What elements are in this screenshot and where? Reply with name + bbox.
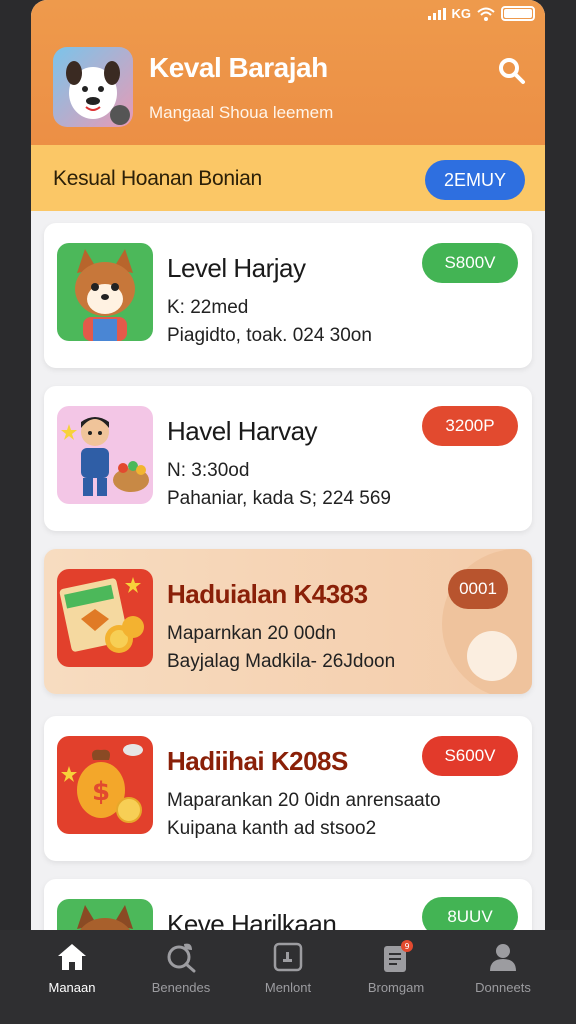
app-avatar[interactable]: [53, 47, 133, 127]
list-item[interactable]: $ Hadiihai K208S Maparankan 20 0idn anre…: [44, 716, 532, 861]
fox-thumbnail: [57, 243, 153, 341]
card-detail: Bayjalag Madkila- 26Jdoon: [167, 651, 396, 672]
tab-benefits[interactable]: Benendes: [131, 940, 231, 995]
app-subtitle: Mangaal Shoua leemem: [149, 103, 334, 122]
search-leaf-icon: [167, 943, 196, 973]
notification-badge: 9: [404, 942, 409, 951]
card-price-badge[interactable]: 0001: [448, 569, 508, 609]
tab-label: Manaan: [48, 980, 96, 995]
promo-banner: Kesual Hoanan Bonian 2EMUY: [31, 145, 545, 211]
card-detail: Maparankan 20 0idn anrensaato: [167, 790, 441, 811]
card-detail: Maparnkan 20 00dn: [167, 623, 337, 644]
card-price-badge[interactable]: S800V: [422, 243, 518, 283]
signal-icon: [427, 7, 446, 20]
card-detail: Kuipana kanth ad stsoo2: [167, 818, 377, 839]
list-item-highlighted[interactable]: Haduialan K4383 Maparnkan 20 00dn Bayjal…: [44, 549, 532, 694]
clipboard-icon: 9: [384, 940, 413, 972]
app-header: KG Keval Barajah Mangaal Shoua leemem: [31, 0, 545, 145]
search-icon[interactable]: [497, 56, 527, 86]
calendar-icon: [273, 942, 303, 972]
home-icon: [58, 944, 86, 970]
tab-profile[interactable]: Donneets: [453, 940, 553, 995]
card-detail: Piagidto, toak. 024 30on: [167, 325, 372, 346]
tab-label: Benendes: [151, 980, 211, 995]
tab-calendar[interactable]: Menlont: [238, 940, 338, 995]
tab-label: Bromgam: [367, 980, 425, 995]
moneybag-thumbnail: $: [57, 736, 153, 834]
card-price-badge[interactable]: 3200P: [422, 406, 518, 446]
wifi-icon: [477, 7, 495, 21]
svg-text:$: $: [92, 777, 110, 807]
card-detail: Pahaniar, kada S; 224 569: [167, 488, 391, 509]
bottom-tab-bar: Manaan Benendes Menlont 9 Bromgam Donnee…: [0, 930, 576, 1024]
banner-button[interactable]: 2EMUY: [425, 160, 525, 200]
card-title: Havel Harvay: [167, 416, 318, 446]
card-detail: K: 22med: [167, 297, 249, 318]
list-item[interactable]: Level Harjay K: 22med Piagidto, toak. 02…: [44, 223, 532, 368]
tab-label: Menlont: [264, 980, 312, 995]
profile-icon: [490, 944, 516, 971]
phone-screen: KG Keval Barajah Mangaal Shoua leemem Ke…: [31, 0, 545, 1024]
tab-program[interactable]: 9 Bromgam: [346, 940, 446, 995]
banner-text: Kesual Hoanan Bonian: [53, 167, 262, 190]
boy-thumbnail: [57, 406, 153, 504]
coupon-thumbnail: [57, 569, 153, 667]
card-detail: N: 3:30od: [167, 460, 250, 481]
card-title: Hadiihai K208S: [167, 746, 348, 776]
card-price-badge[interactable]: S600V: [422, 736, 518, 776]
app-title: Keval Barajah: [149, 52, 328, 83]
action-circle-button[interactable]: [467, 631, 517, 681]
tab-label: Donneets: [475, 980, 531, 995]
card-title: Haduialan K4383: [167, 579, 368, 609]
card-title: Level Harjay: [167, 253, 306, 283]
list-item[interactable]: Havel Harvay N: 3:30od Pahaniar, kada S;…: [44, 386, 532, 531]
status-bar: KG: [427, 6, 535, 21]
tab-home[interactable]: Manaan: [22, 940, 122, 995]
carrier-text: KG: [451, 6, 472, 21]
battery-icon: [501, 6, 535, 21]
